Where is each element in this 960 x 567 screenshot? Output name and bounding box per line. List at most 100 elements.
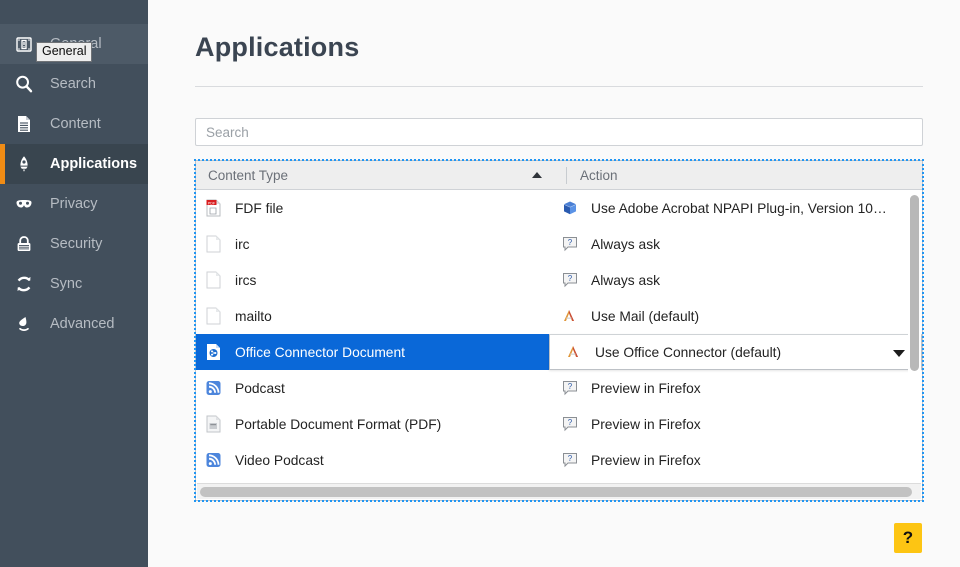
pdf-doc-icon [206, 415, 223, 434]
table-row[interactable]: mailto Use Mail (default) [196, 298, 922, 334]
action-dropdown[interactable]: Use Office Connector (default) [549, 334, 922, 370]
cell-action[interactable]: ? Preview in Firefox [549, 370, 922, 406]
padlock-icon [14, 233, 40, 255]
blank-file-icon [206, 271, 223, 290]
action-label: Use Office Connector (default) [595, 344, 782, 360]
cell-content-type: irc [196, 226, 549, 262]
question-ask-icon: ? [562, 235, 580, 253]
table-row-selected[interactable]: Office Connector Document Use Office Con… [196, 334, 922, 370]
table-header-row: Content Type Action [196, 161, 922, 190]
sort-ascending-icon [532, 172, 542, 178]
action-label: Preview in Firefox [591, 416, 701, 432]
sidebar-item-label: Advanced [50, 316, 115, 332]
svg-text:?: ? [568, 454, 573, 463]
pdf-file-icon: PDF [206, 199, 223, 218]
svg-text:?: ? [568, 382, 573, 391]
content-type-label: mailto [235, 308, 272, 324]
question-ask-icon: ? [562, 415, 580, 433]
main-content: Applications Content Type Action [148, 0, 960, 567]
mail-app-icon [566, 343, 584, 361]
sidebar-item-label: Security [50, 236, 103, 252]
action-label: Preview in Firefox [591, 380, 701, 396]
sync-icon [14, 273, 40, 295]
sidebar-item-privacy[interactable]: Privacy [0, 184, 148, 224]
cell-content-type: PDF FDF file [196, 190, 549, 226]
svg-text:PDF: PDF [208, 201, 216, 205]
cell-action[interactable]: ? Preview in Firefox [549, 406, 922, 442]
column-header-label: Action [580, 167, 618, 183]
sidebar-item-content[interactable]: Content [0, 104, 148, 144]
sidebar-item-label: Content [50, 116, 101, 132]
cell-content-type: ircs [196, 262, 549, 298]
sidebar-item-label: Privacy [50, 196, 98, 212]
search-icon [14, 73, 40, 95]
content-type-label: irc [235, 236, 250, 252]
question-ask-icon: ? [562, 451, 580, 469]
help-button[interactable]: ? [894, 523, 922, 553]
applications-table[interactable]: Content Type Action PDF FDF file Use Ado… [194, 159, 924, 502]
cell-content-type: Podcast [196, 370, 549, 406]
cell-action[interactable]: Use Mail (default) [549, 298, 922, 334]
preferences-window: General Search [0, 0, 960, 567]
sidebar-item-applications[interactable]: Applications [0, 144, 148, 184]
sidebar-item-search[interactable]: Search [0, 64, 148, 104]
table-row[interactable]: ircs ? Always ask [196, 262, 922, 298]
chevron-down-icon[interactable] [893, 350, 905, 357]
table-body: PDF FDF file Use Adobe Acrobat NPAPI Plu… [196, 190, 922, 478]
action-label: Use Adobe Acrobat NPAPI Plug-in, Version… [591, 200, 887, 216]
question-ask-icon: ? [562, 271, 580, 289]
sidebar-item-label: Sync [50, 276, 83, 292]
sidebar-top-spacer [0, 0, 148, 24]
content-type-label: Office Connector Document [235, 344, 405, 360]
table-row[interactable]: Portable Document Format (PDF) ? Preview… [196, 406, 922, 442]
sidebar-item-label: Search [50, 76, 96, 92]
table-row[interactable]: PDF FDF file Use Adobe Acrobat NPAPI Plu… [196, 190, 922, 226]
content-type-label: Podcast [235, 380, 285, 396]
blank-file-icon [206, 307, 223, 326]
vertical-scroll-thumb[interactable] [910, 195, 919, 371]
rocket-icon [14, 153, 40, 175]
tooltip-general: General [36, 42, 93, 62]
column-header-label: Content Type [208, 167, 289, 183]
table-row[interactable]: irc ? Always ask [196, 226, 922, 262]
action-label: Use Mail (default) [591, 308, 700, 324]
adobe-box-icon [562, 199, 580, 217]
cell-action[interactable]: ? Always ask [549, 226, 922, 262]
flask-icon [14, 313, 40, 335]
column-header-content-type[interactable]: Content Type [196, 161, 566, 189]
mail-app-icon [562, 307, 580, 325]
column-header-action[interactable]: Action [567, 161, 922, 189]
horizontal-scroll-thumb[interactable] [200, 487, 912, 497]
blank-file-icon [206, 235, 223, 254]
content-type-label: Video Podcast [235, 452, 324, 468]
question-ask-icon: ? [562, 379, 580, 397]
cell-action[interactable]: Use Adobe Acrobat NPAPI Plug-in, Version… [549, 190, 922, 226]
action-label: Preview in Firefox [591, 452, 701, 468]
office-connector-icon [206, 343, 223, 362]
cell-content-type: Portable Document Format (PDF) [196, 406, 549, 442]
sidebar-item-advanced[interactable]: Advanced [0, 304, 148, 344]
sidebar-item-sync[interactable]: Sync [0, 264, 148, 304]
search-input[interactable] [195, 118, 923, 146]
sidebar-item-security[interactable]: Security [0, 224, 148, 264]
content-type-label: Portable Document Format (PDF) [235, 416, 442, 432]
table-row[interactable]: Podcast ? Preview in Firefox [196, 370, 922, 406]
table-horizontal-scrollbar[interactable] [197, 483, 921, 499]
cell-content-type: Office Connector Document [196, 334, 549, 370]
table-vertical-scrollbar[interactable] [908, 191, 921, 479]
cell-action[interactable]: ? Always ask [549, 262, 922, 298]
title-divider [195, 86, 923, 87]
svg-text:?: ? [568, 418, 573, 427]
action-label: Always ask [591, 272, 661, 288]
rss-feed-icon [206, 451, 223, 470]
cell-content-type: Video Podcast [196, 442, 549, 478]
sidebar: General Search [0, 0, 148, 567]
cell-content-type: mailto [196, 298, 549, 334]
table-row[interactable]: Video Podcast ? Preview in Firefox [196, 442, 922, 478]
mask-icon [14, 193, 40, 215]
document-icon [14, 113, 40, 135]
page-title: Applications [195, 32, 360, 62]
sidebar-item-label: Applications [50, 156, 138, 172]
content-type-label: ircs [235, 272, 257, 288]
cell-action[interactable]: ? Preview in Firefox [549, 442, 922, 478]
